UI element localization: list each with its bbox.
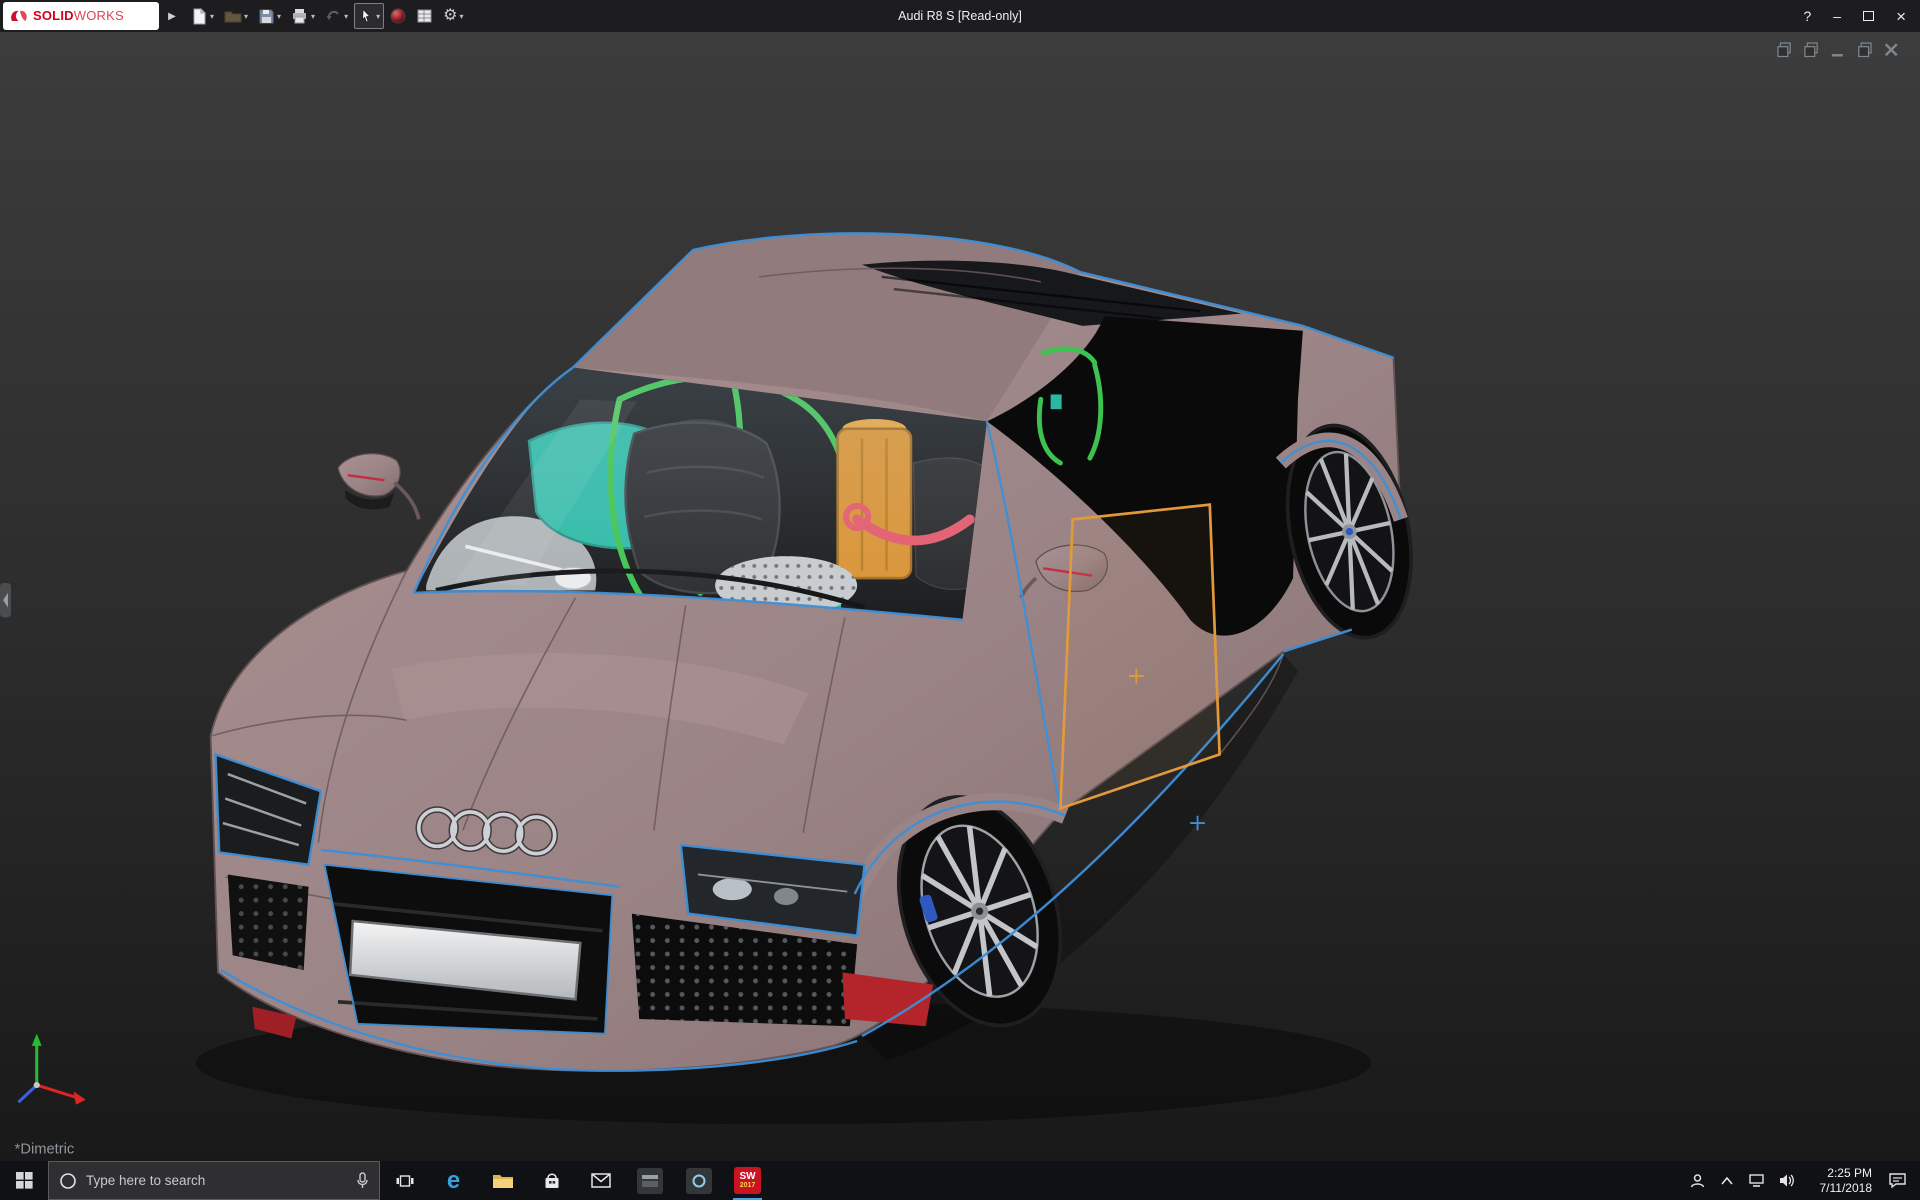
open-button[interactable]: ▾ bbox=[220, 3, 252, 29]
solidworks-app-button[interactable]: SW 2017 bbox=[723, 1161, 772, 1200]
headlight-right-projector bbox=[712, 878, 752, 901]
new-document-button[interactable]: ▾ bbox=[187, 3, 218, 29]
maximize-button[interactable] bbox=[1863, 11, 1875, 21]
mail-button[interactable] bbox=[576, 1161, 625, 1200]
search-placeholder: Type here to search bbox=[86, 1173, 206, 1188]
brand-solid: SOLID bbox=[33, 8, 74, 23]
clock-time: 2:25 PM bbox=[1827, 1165, 1872, 1180]
save-caret[interactable]: ▾ bbox=[277, 12, 281, 21]
dassault-3ds-icon bbox=[11, 10, 27, 21]
store-button[interactable] bbox=[527, 1161, 576, 1200]
people-button[interactable] bbox=[1682, 1173, 1712, 1189]
action-center-icon bbox=[1888, 1173, 1906, 1188]
network-button[interactable] bbox=[1742, 1173, 1772, 1188]
select-caret[interactable]: ▾ bbox=[376, 12, 380, 21]
pinned-apps: e SW 2017 bbox=[380, 1161, 772, 1200]
action-center-button[interactable] bbox=[1878, 1173, 1916, 1188]
window-controls: ? – × bbox=[1803, 8, 1920, 25]
file-explorer-button[interactable] bbox=[478, 1161, 527, 1200]
speaker-icon bbox=[1779, 1174, 1794, 1187]
network-icon bbox=[1748, 1174, 1764, 1187]
options-gear-icon: ⚙ bbox=[443, 7, 458, 24]
menu-flyout-arrow-icon[interactable]: ▶ bbox=[163, 5, 181, 27]
selected-door-panel[interactable] bbox=[1058, 503, 1221, 811]
appearance-sphere-icon bbox=[390, 8, 406, 24]
view-orientation-label: *Dimetric bbox=[15, 1142, 75, 1158]
people-icon bbox=[1690, 1173, 1704, 1187]
save-floppy-icon bbox=[259, 9, 274, 23]
microphone-icon[interactable] bbox=[356, 1172, 369, 1189]
undo-arrow-icon bbox=[326, 10, 339, 20]
print-button[interactable]: ▾ bbox=[287, 3, 319, 29]
pinned-app-button-2[interactable] bbox=[674, 1161, 723, 1200]
clock-date: 7/11/2018 bbox=[1819, 1180, 1873, 1195]
file-explorer-icon bbox=[492, 1174, 513, 1188]
chevron-up-icon bbox=[1721, 1176, 1733, 1185]
save-button[interactable]: ▾ bbox=[254, 3, 285, 29]
taskbar-clock[interactable]: 2:25 PM 7/11/2018 bbox=[1802, 1166, 1878, 1196]
graphics-viewport[interactable]: *Dimetric bbox=[0, 32, 1920, 1161]
edge-icon: e bbox=[446, 1166, 461, 1194]
close-button[interactable]: × bbox=[1896, 8, 1906, 25]
feature-panel-handle[interactable] bbox=[0, 583, 12, 618]
design-table-button[interactable] bbox=[412, 3, 437, 29]
task-view-icon bbox=[396, 1174, 413, 1187]
start-button[interactable] bbox=[0, 1161, 48, 1200]
new-document-icon bbox=[193, 7, 207, 24]
options-caret[interactable]: ▾ bbox=[459, 12, 463, 21]
solidworks-logo: SOLIDWORKS bbox=[3, 2, 159, 30]
triad-origin bbox=[33, 1082, 40, 1089]
mail-envelope-icon bbox=[590, 1173, 611, 1188]
edge-browser-button[interactable]: e bbox=[429, 1161, 478, 1200]
sw-year: 2017 bbox=[739, 1182, 756, 1189]
open-caret[interactable]: ▾ bbox=[244, 12, 248, 21]
windows-logo-icon bbox=[15, 1172, 33, 1189]
printer-icon bbox=[293, 9, 307, 24]
pinned-app-icon bbox=[685, 1167, 712, 1194]
appearance-button[interactable] bbox=[386, 3, 410, 29]
taskbar-search-input[interactable]: Type here to search bbox=[48, 1161, 380, 1200]
quick-access-toolbar: ▾ ▾ ▾ ▾ ▾ ▾ ⚙ ▾ bbox=[187, 3, 467, 29]
volume-button[interactable] bbox=[1772, 1173, 1802, 1188]
design-table-icon bbox=[417, 9, 432, 23]
select-tool-button[interactable]: ▾ bbox=[354, 3, 385, 29]
store-bag-icon bbox=[545, 1173, 558, 1188]
titlebar: SOLIDWORKS ▶ ▾ ▾ ▾ ▾ ▾ ▾ ⚙ ▾ Audi R8 S [… bbox=[0, 0, 1920, 32]
brand-works: WORKS bbox=[73, 8, 124, 23]
open-folder-icon bbox=[224, 11, 242, 23]
select-cursor-icon bbox=[361, 7, 372, 23]
headlight-right-projector-2 bbox=[773, 887, 799, 906]
minimize-button[interactable]: – bbox=[1833, 9, 1841, 23]
solidworks-app-icon: SW 2017 bbox=[734, 1167, 761, 1194]
system-tray: 2:25 PM 7/11/2018 bbox=[1682, 1161, 1920, 1200]
pinned-app-icon bbox=[636, 1167, 663, 1194]
help-button[interactable]: ? bbox=[1803, 9, 1811, 23]
undo-button[interactable]: ▾ bbox=[321, 3, 352, 29]
task-view-button[interactable] bbox=[380, 1161, 429, 1200]
taskbar: Type here to search e SW 2017 2:25 PM 7/… bbox=[0, 1161, 1920, 1200]
sw-label: SW bbox=[739, 1171, 756, 1182]
print-caret[interactable]: ▾ bbox=[311, 12, 315, 21]
cortana-circle-icon bbox=[60, 1172, 76, 1189]
left-intake-mesh bbox=[227, 874, 309, 970]
new-document-caret[interactable]: ▾ bbox=[210, 12, 214, 21]
interior-teal-bit bbox=[1050, 394, 1062, 410]
undo-caret[interactable]: ▾ bbox=[344, 12, 348, 21]
pinned-app-button-1[interactable] bbox=[625, 1161, 674, 1200]
options-button[interactable]: ⚙ ▾ bbox=[439, 3, 467, 29]
hidden-icons-button[interactable] bbox=[1712, 1176, 1742, 1185]
